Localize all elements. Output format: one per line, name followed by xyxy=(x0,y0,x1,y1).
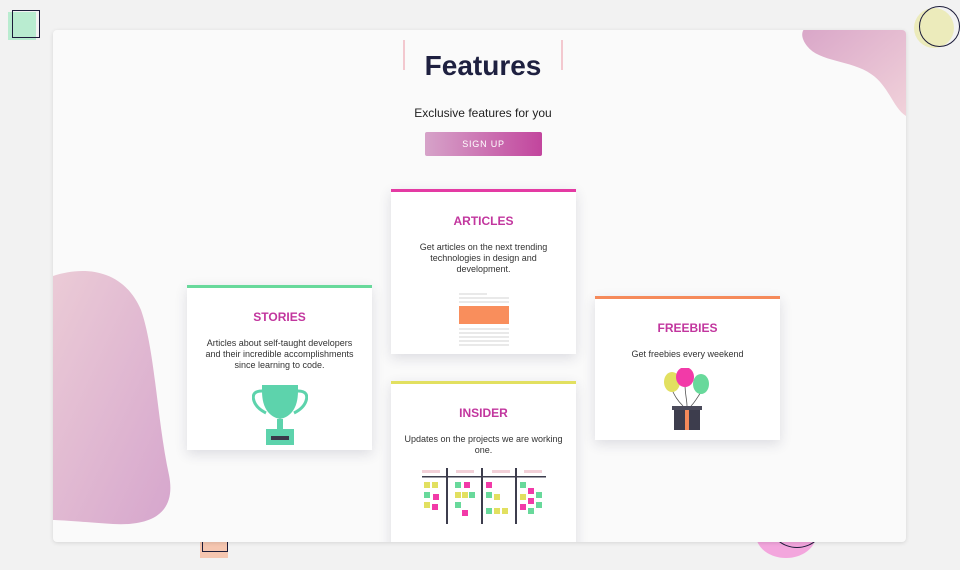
balloons-gift-icon xyxy=(663,368,709,430)
page-subtitle: Exclusive features for you xyxy=(414,106,552,120)
features-panel: Features Exclusive features for you SIGN… xyxy=(53,30,906,542)
card-title: ARTICLES xyxy=(453,214,514,228)
document-icon xyxy=(458,293,509,346)
page-title: Features xyxy=(424,50,542,81)
decor-square-outline xyxy=(12,10,40,38)
card-stories[interactable]: STORIES Articles about self-taught devel… xyxy=(187,285,372,450)
card-description: Get articles on the next trending techno… xyxy=(419,242,548,274)
card-title: FREEBIES xyxy=(657,321,718,335)
card-description: Get freebies every weekend xyxy=(631,349,744,359)
card-title: INSIDER xyxy=(459,406,508,420)
card-description: Updates on the projects we are working o… xyxy=(404,434,563,455)
kanban-board-icon xyxy=(421,468,546,524)
card-title: STORIES xyxy=(253,310,306,324)
card-insider[interactable]: INSIDER Updates on the projects we are w… xyxy=(391,381,576,542)
decor-blob-left xyxy=(53,270,171,525)
title-block: Features xyxy=(403,40,563,81)
card-description: Articles about self-taught developers an… xyxy=(205,338,354,370)
decor-circle-outline xyxy=(919,6,960,47)
card-freebies[interactable]: FREEBIES Get freebies every weekend xyxy=(595,296,780,440)
title-divider-right xyxy=(561,40,563,70)
card-articles[interactable]: ARTICLES Get articles on the next trendi… xyxy=(391,189,576,354)
trophy-icon xyxy=(251,385,308,445)
decor-blob-right xyxy=(802,30,906,116)
sign-up-button[interactable]: SIGN UP xyxy=(425,132,542,156)
